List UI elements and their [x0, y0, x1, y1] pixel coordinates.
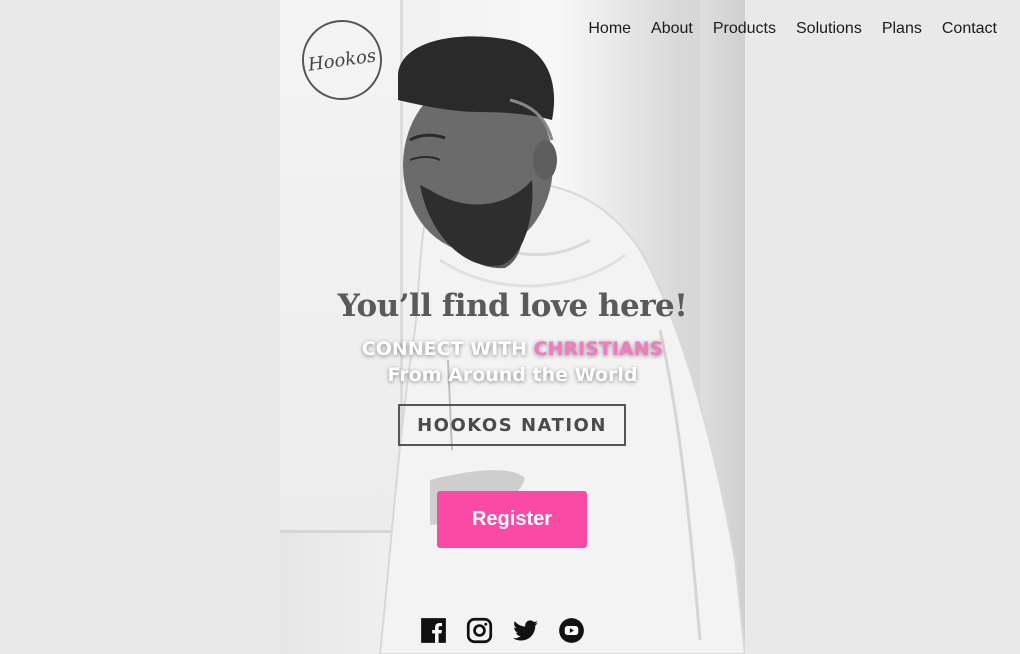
register-button[interactable]: Register [437, 491, 587, 548]
facebook-icon[interactable] [420, 617, 447, 644]
subtitle-highlight: CHRISTIANS [533, 338, 664, 360]
hero-subtitle-line2: From Around the World [387, 364, 638, 386]
main-nav: Home About Products Solutions Plans Cont… [588, 20, 997, 38]
hookos-nation-badge: HOOKOS NATION [398, 404, 626, 446]
hero-headline: You’ll find love here! [337, 288, 688, 324]
subtitle-prefix: CONNECT WITH [361, 338, 534, 360]
nav-products[interactable]: Products [713, 20, 776, 38]
nav-solutions[interactable]: Solutions [796, 20, 862, 38]
twitter-icon[interactable] [512, 617, 539, 644]
hero-subtitle: CONNECT WITH CHRISTIANS [280, 338, 745, 360]
nav-about[interactable]: About [651, 20, 693, 38]
social-links [420, 617, 585, 644]
youtube-icon[interactable] [558, 617, 585, 644]
nav-plans[interactable]: Plans [882, 20, 922, 38]
instagram-icon[interactable] [466, 617, 493, 644]
nav-contact[interactable]: Contact [942, 20, 997, 38]
nav-home[interactable]: Home [588, 20, 631, 38]
